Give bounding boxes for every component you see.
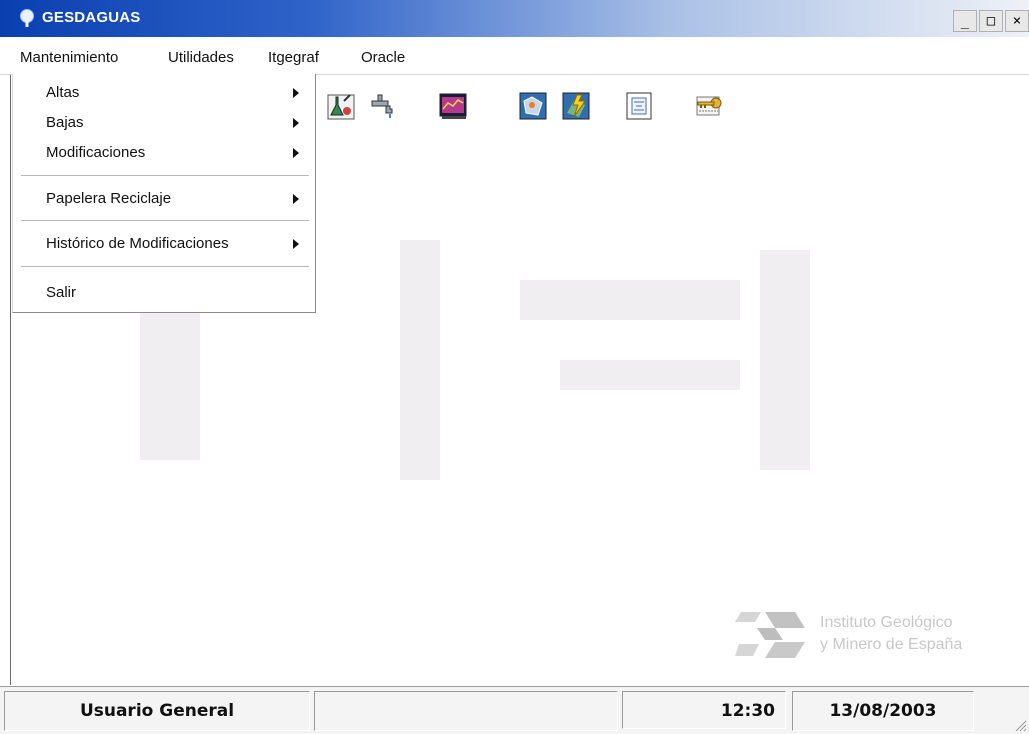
title-bar[interactable]: GESDAGUAS _ □ × <box>0 0 1029 37</box>
menu-item-historico[interactable]: Histórico de Modificaciones <box>46 235 229 252</box>
document-icon <box>626 92 652 120</box>
minimize-button[interactable]: _ <box>953 10 977 32</box>
menu-item-papelera[interactable]: Papelera Reciclaje <box>46 190 171 207</box>
map-icon <box>519 92 547 120</box>
toolbar-map-button[interactable] <box>514 86 552 126</box>
submenu-arrow-icon <box>293 239 299 249</box>
menu-separator <box>21 266 309 268</box>
institute-name-line1: Instituto Geológico <box>820 614 953 631</box>
key-icon <box>696 96 722 116</box>
submenu-arrow-icon <box>293 88 299 98</box>
igme-logo-icon <box>735 612 805 658</box>
menu-utilidades[interactable]: Utilidades <box>168 49 234 66</box>
toolbar-key-button[interactable] <box>690 86 728 126</box>
submenu-arrow-icon <box>293 148 299 158</box>
status-time: 12:30 <box>622 691 786 729</box>
app-tree-icon <box>17 9 37 29</box>
toolbar-document-button[interactable] <box>620 86 658 126</box>
status-message <box>314 691 618 731</box>
lab-flask-icon <box>327 94 355 120</box>
menu-item-modificaciones[interactable]: Modificaciones <box>46 144 145 161</box>
window-controls: _ □ × <box>951 10 1029 32</box>
toolbar-lightning-button[interactable] <box>557 86 595 126</box>
mantenimiento-dropdown: Altas Bajas Modificaciones Papelera Reci… <box>12 74 316 313</box>
chart-window-icon <box>439 93 467 119</box>
menu-oracle[interactable]: Oracle <box>361 49 405 66</box>
menu-item-bajas[interactable]: Bajas <box>46 114 84 131</box>
close-button[interactable]: × <box>1005 10 1029 32</box>
institute-name: Instituto Geológico y Minero de España <box>820 612 962 656</box>
water-tap-icon <box>371 94 393 118</box>
status-bar: Usuario General 12:30 13/08/2003 <box>0 686 1029 734</box>
maximize-button[interactable]: □ <box>979 10 1003 32</box>
menu-separator <box>21 175 309 177</box>
menu-itgegraf[interactable]: Itgegraf <box>268 49 319 66</box>
institute-name-line2: y Minero de España <box>820 636 963 653</box>
menu-item-altas[interactable]: Altas <box>46 84 79 101</box>
status-user: Usuario General <box>4 691 310 731</box>
menu-item-salir[interactable]: Salir <box>46 284 76 301</box>
menu-bar: Mantenimiento Utilidades Itgegraf Oracle <box>0 37 1029 75</box>
toolbar-lab-button[interactable] <box>322 86 360 126</box>
submenu-arrow-icon <box>293 118 299 128</box>
lightning-map-icon <box>562 92 590 120</box>
toolbar-chart-button[interactable] <box>434 86 472 126</box>
submenu-arrow-icon <box>293 194 299 204</box>
status-date: 13/08/2003 <box>792 691 974 731</box>
menu-separator <box>21 220 309 222</box>
resize-grip-icon[interactable] <box>1013 718 1027 732</box>
menu-mantenimiento[interactable]: Mantenimiento <box>20 49 118 66</box>
window-title: GESDAGUAS <box>42 9 141 26</box>
toolbar-tap-button[interactable] <box>364 86 402 126</box>
